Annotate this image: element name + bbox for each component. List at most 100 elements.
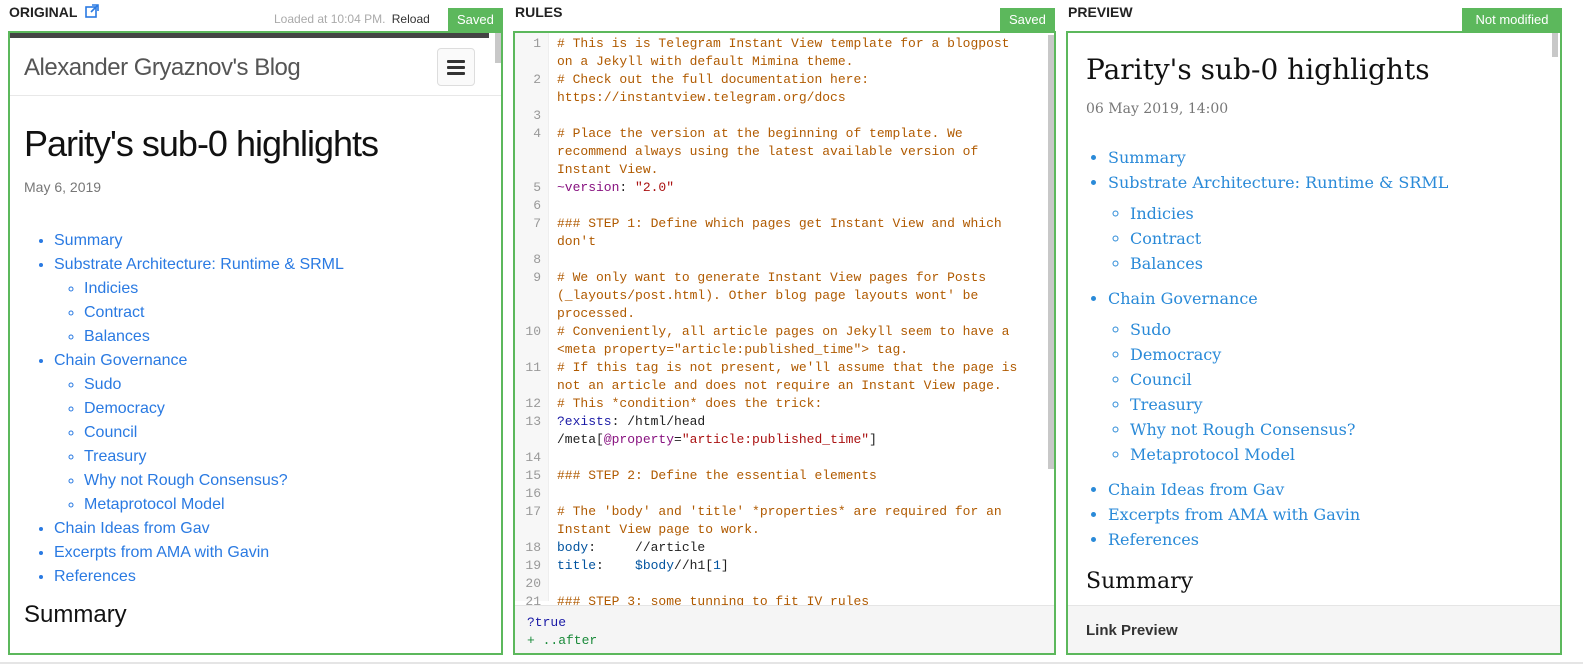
line-text[interactable]: [557, 485, 1032, 503]
code-line[interactable]: 19 title: $body//h1[1]: [515, 557, 1046, 575]
line-number: 1: [533, 36, 541, 51]
original-heading: ORIGINAL: [9, 4, 99, 21]
code-line[interactable]: 18 body: //article: [515, 539, 1046, 557]
line-text[interactable]: title: $body//h1[1]: [557, 557, 1032, 575]
toc-link[interactable]: Chain Ideas from Gav: [54, 517, 344, 541]
code-line[interactable]: 16: [515, 485, 1046, 503]
code-line[interactable]: 14: [515, 449, 1046, 467]
table-of-contents: SummarySubstrate Architecture: Runtime &…: [24, 229, 344, 589]
toc-sublink[interactable]: Balances: [84, 325, 344, 349]
toc-link[interactable]: Excerpts from AMA with Gavin: [1108, 502, 1448, 527]
hamburger-menu-button[interactable]: [437, 48, 475, 86]
post-title: Parity's sub-0 highlights: [24, 123, 379, 164]
toc-sublink[interactable]: Contract: [1130, 226, 1448, 251]
toc-link[interactable]: Chain Governance: [54, 349, 344, 373]
toc-link[interactable]: Substrate Architecture: Runtime & SRML: [1108, 170, 1448, 195]
line-text[interactable]: [557, 251, 1032, 269]
rules-editor-panel[interactable]: 1 # This is is Telegram Instant View temp…: [513, 31, 1056, 655]
code-line[interactable]: 1 # This is is Telegram Instant View temp…: [515, 35, 1046, 71]
toc-sublink[interactable]: Why not Rough Consensus?: [84, 469, 344, 493]
code-line[interactable]: 20: [515, 575, 1046, 593]
line-text[interactable]: body: //article: [557, 539, 1032, 557]
rules-heading: RULES: [515, 4, 563, 20]
line-text[interactable]: # This *condition* does the trick:: [557, 395, 1032, 413]
line-text[interactable]: # The 'body' and 'title' *properties* ar…: [557, 503, 1032, 539]
line-text[interactable]: ### STEP 1: Define which pages get Insta…: [557, 215, 1032, 251]
link-preview-button[interactable]: Link Preview: [1068, 605, 1560, 653]
code-line[interactable]: 7 ### STEP 1: Define which pages get Inst…: [515, 215, 1046, 251]
code-line[interactable]: 9 # We only want to generate Instant View…: [515, 269, 1046, 323]
code-line[interactable]: 13 ?exists: /html/head /meta[@property="a…: [515, 413, 1046, 449]
line-text[interactable]: [557, 575, 1032, 593]
external-link-icon[interactable]: [85, 4, 99, 21]
toc-link[interactable]: Chain Governance: [1108, 286, 1448, 311]
toc-sublink[interactable]: Democracy: [1130, 342, 1448, 367]
line-text[interactable]: ### STEP 2: Define the essential element…: [557, 467, 1032, 485]
toc-link[interactable]: Summary: [54, 229, 344, 253]
rules-output-console: ?true + ..after: [515, 605, 1054, 653]
rules-scrollbar[interactable]: [1048, 35, 1054, 469]
toc-sublist: IndiciesContractBalances: [54, 277, 344, 349]
toc-link[interactable]: Excerpts from AMA with Gavin: [54, 541, 344, 565]
line-number: 14: [525, 450, 541, 465]
line-text[interactable]: [557, 197, 1032, 215]
line-text[interactable]: # We only want to generate Instant View …: [557, 269, 1032, 323]
code-line[interactable]: 5 ~version: "2.0": [515, 179, 1046, 197]
toc-sublink[interactable]: Why not Rough Consensus?: [1130, 417, 1448, 442]
toc-sublink[interactable]: Balances: [1130, 251, 1448, 276]
rules-code-editor[interactable]: 1 # This is is Telegram Instant View temp…: [515, 35, 1046, 611]
toc-link[interactable]: Chain Ideas from Gav: [1108, 477, 1448, 502]
code-line[interactable]: 8: [515, 251, 1046, 269]
toc-sublist: IndiciesContractBalances: [1108, 201, 1448, 276]
preview-heading: PREVIEW: [1068, 4, 1133, 20]
code-line[interactable]: 17 # The 'body' and 'title' *properties* …: [515, 503, 1046, 539]
toc-sublink[interactable]: Treasury: [84, 445, 344, 469]
code-line[interactable]: 4 # Place the version at the beginning of…: [515, 125, 1046, 179]
toc-sublist: SudoDemocracyCouncilTreasuryWhy not Roug…: [1108, 317, 1448, 467]
toc-sublink[interactable]: Indicies: [1130, 201, 1448, 226]
line-number: 10: [525, 324, 541, 339]
toc-link[interactable]: References: [54, 565, 344, 589]
preview-scrollbar[interactable]: [1552, 33, 1558, 57]
code-line[interactable]: 10 # Conveniently, all article pages on J…: [515, 323, 1046, 359]
code-line[interactable]: 12 # This *condition* does the trick:: [515, 395, 1046, 413]
line-text[interactable]: # Conveniently, all article pages on Jek…: [557, 323, 1032, 359]
line-text[interactable]: [557, 449, 1032, 467]
toc-sublink[interactable]: Contract: [84, 301, 344, 325]
toc-sublink[interactable]: Sudo: [84, 373, 344, 397]
toc-link[interactable]: References: [1108, 527, 1448, 552]
line-number: 5: [533, 180, 541, 195]
console-line: ?true: [527, 615, 567, 630]
toc-sublink[interactable]: Treasury: [1130, 392, 1448, 417]
toc-sublink[interactable]: Indicies: [84, 277, 344, 301]
line-number: 11: [525, 360, 541, 375]
site-title[interactable]: Alexander Gryaznov's Blog: [24, 54, 301, 82]
line-text[interactable]: ?exists: /html/head /meta[@property="art…: [557, 413, 1032, 449]
toc-sublink[interactable]: Sudo: [1130, 317, 1448, 342]
toc-sublink[interactable]: Council: [1130, 367, 1448, 392]
line-text[interactable]: # If this tag is not present, we'll assu…: [557, 359, 1032, 395]
line-number: 8: [533, 252, 541, 267]
line-text[interactable]: # Check out the full documentation here:…: [557, 71, 1032, 107]
line-number: 16: [525, 486, 541, 501]
toc-link[interactable]: Summary: [1108, 145, 1448, 170]
code-line[interactable]: 15 ### STEP 2: Define the essential eleme…: [515, 467, 1046, 485]
code-line[interactable]: 3: [515, 107, 1046, 125]
toc-sublink[interactable]: Metaprotocol Model: [84, 493, 344, 517]
line-number: 6: [533, 198, 541, 213]
line-number: 9: [533, 270, 541, 285]
line-text[interactable]: # This is is Telegram Instant View templ…: [557, 35, 1032, 71]
code-line[interactable]: 11 # If this tag is not present, we'll as…: [515, 359, 1046, 395]
line-text[interactable]: # Place the version at the beginning of …: [557, 125, 1032, 179]
line-text[interactable]: [557, 107, 1032, 125]
toc-sublink[interactable]: Metaprotocol Model: [1130, 442, 1448, 467]
line-number: 4: [533, 126, 541, 141]
toc-sublink[interactable]: Democracy: [84, 397, 344, 421]
line-text[interactable]: ~version: "2.0": [557, 179, 1032, 197]
reload-link[interactable]: Reload: [392, 12, 430, 26]
toc-sublink[interactable]: Council: [84, 421, 344, 445]
code-line[interactable]: 6: [515, 197, 1046, 215]
preview-panel: Parity's sub-0 highlights 06 May 2019, 1…: [1066, 31, 1562, 655]
toc-link[interactable]: Substrate Architecture: Runtime & SRML: [54, 253, 344, 277]
code-line[interactable]: 2 # Check out the full documentation here…: [515, 71, 1046, 107]
